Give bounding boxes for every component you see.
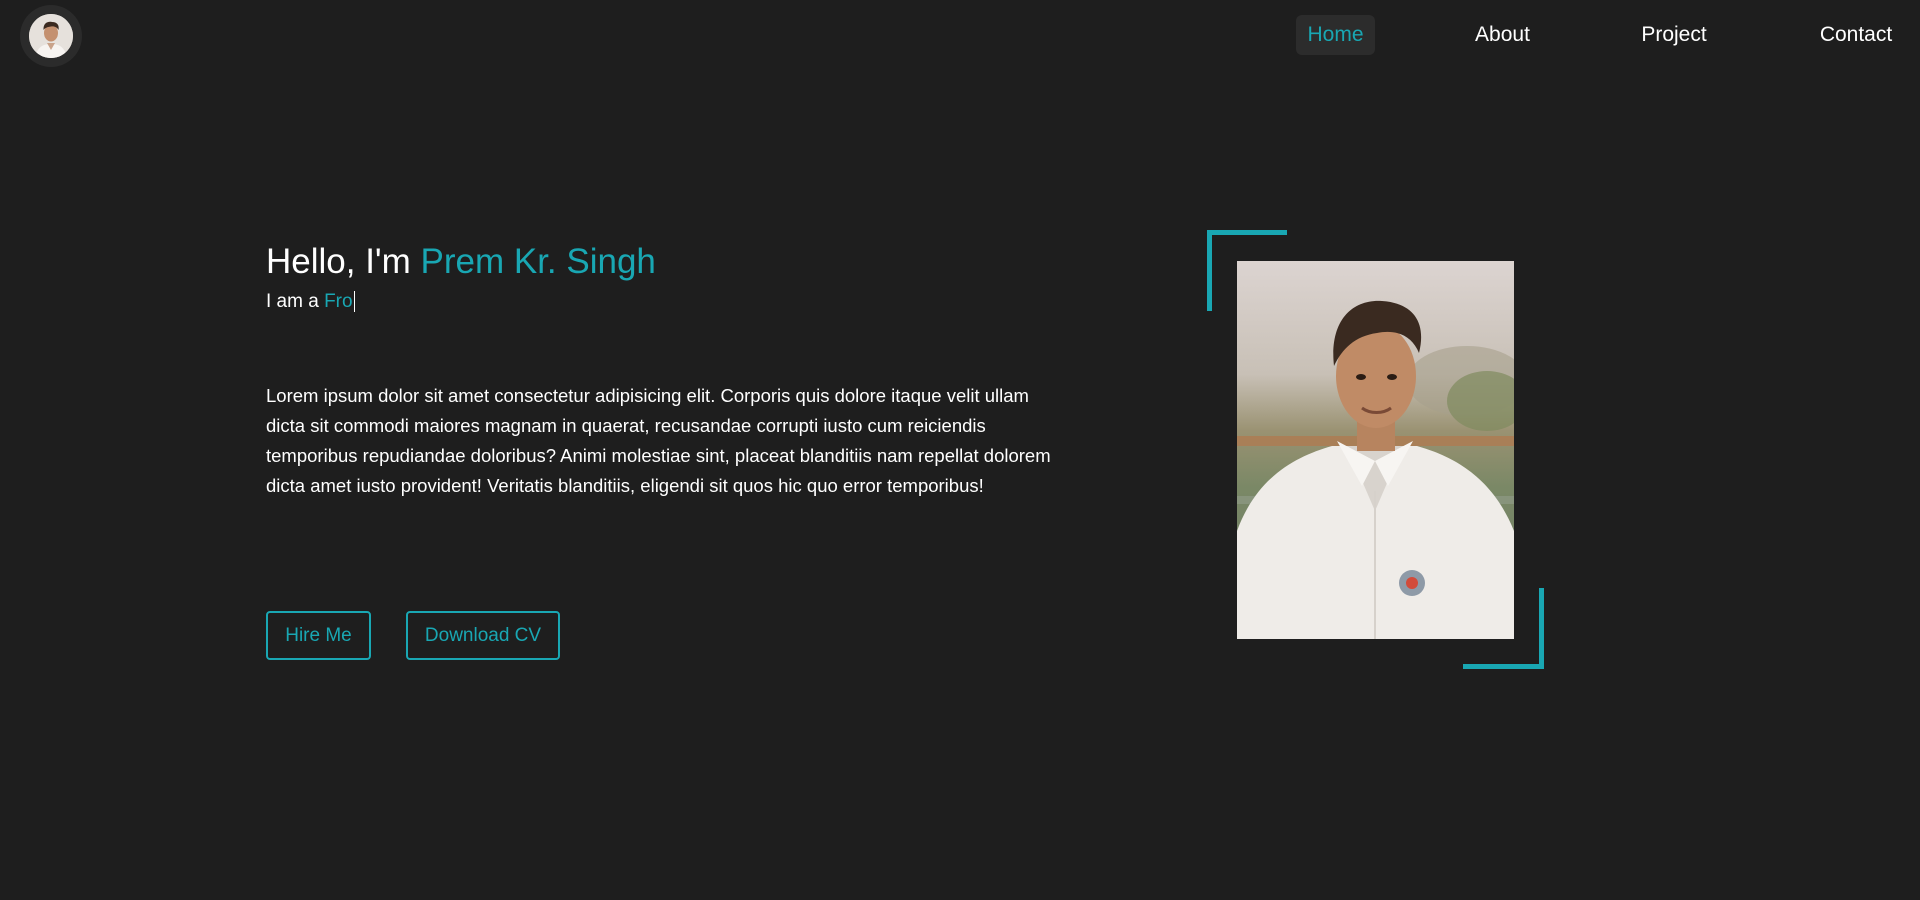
role-typed-text: Fro: [324, 291, 355, 312]
greeting-prefix: Hello, I'm: [266, 242, 421, 281]
hire-me-button[interactable]: Hire Me: [266, 611, 371, 660]
profile-photo: [1237, 261, 1514, 639]
nav-about-link[interactable]: About: [1460, 15, 1545, 55]
nav-home-link[interactable]: Home: [1296, 15, 1375, 55]
hero-bio: Lorem ipsum dolor sit amet consectetur a…: [266, 385, 1051, 496]
navbar: Home About Project Contact: [0, 0, 1920, 72]
nav-links: Home About Project Contact: [0, 15, 1920, 55]
role-typing-line: I am a Fro: [266, 288, 1066, 316]
role-prefix: I am a: [266, 291, 325, 312]
hero-name: Prem Kr. Singh: [420, 242, 656, 281]
nav-contact-link[interactable]: Contact: [1806, 15, 1906, 55]
hero-greeting: Hello, I'm Prem Kr. Singh: [266, 238, 1066, 286]
hero-intro: Hello, I'm Prem Kr. Singh I am a Fro: [266, 238, 1066, 316]
nav-project-link[interactable]: Project: [1628, 15, 1720, 55]
download-cv-button[interactable]: Download CV: [406, 611, 560, 660]
